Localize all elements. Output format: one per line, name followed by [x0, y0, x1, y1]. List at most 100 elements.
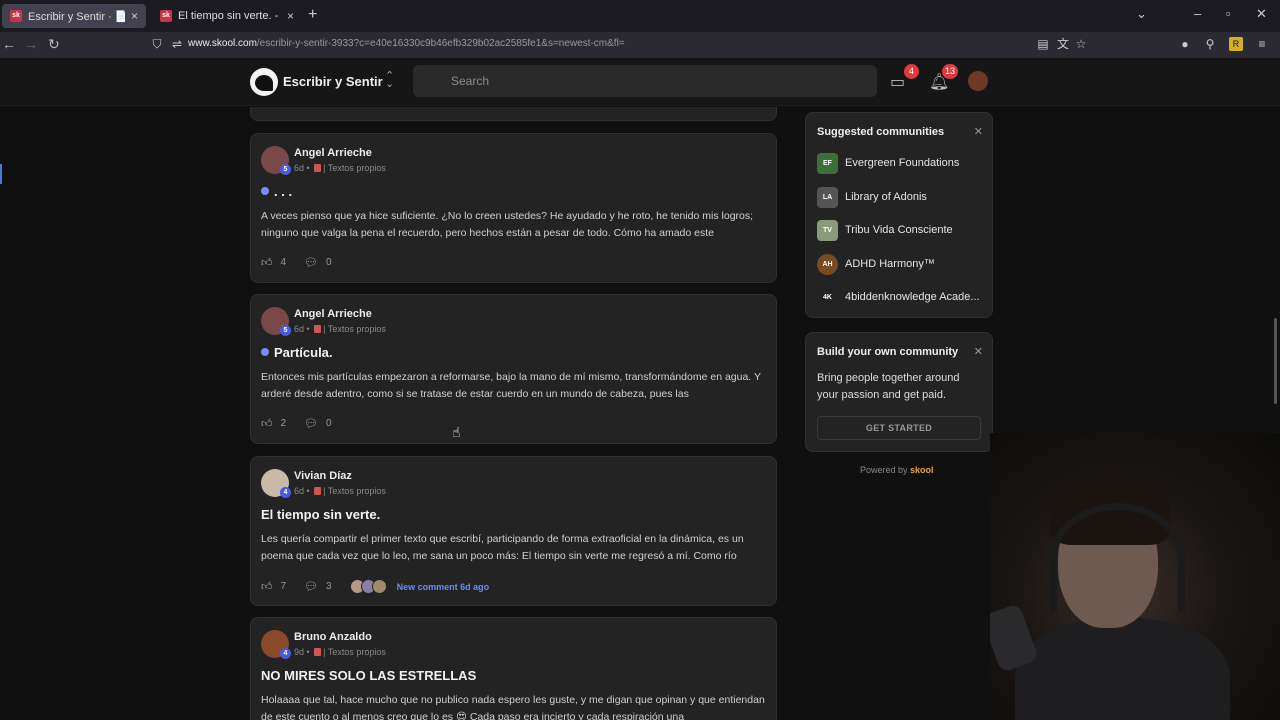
post-body[interactable]: A veces pienso que ya hice suficiente. ¿…	[261, 208, 769, 242]
level-badge: 4	[280, 487, 291, 498]
address-bar[interactable]: www.skool.com/escribir-y-sentir-3933?c=e…	[188, 38, 625, 49]
like-count: 2	[280, 418, 287, 429]
skool-favicon-icon: sk	[160, 10, 172, 22]
post-card[interactable]	[250, 107, 777, 121]
bookmark-star-icon[interactable]: ☆	[1074, 37, 1088, 51]
back-icon[interactable]: ←	[2, 36, 16, 52]
skool-favicon-icon: sk	[10, 10, 22, 22]
url-path: /escribir-y-sentir-3933?c=e40e16330c9b46…	[256, 38, 625, 49]
shield-icon[interactable]: ⛉	[150, 37, 164, 51]
menu-icon[interactable]: ≡	[1255, 37, 1269, 51]
close-icon[interactable]: ✕	[974, 345, 983, 358]
community-switcher-icon[interactable]: ⌃ ⌄	[385, 71, 394, 90]
post-category[interactable]: Textos propios	[328, 486, 386, 496]
app-header: Escribir y Sentir ⌃⌄ ⌕ ▭ 4 🔔︎ 13	[0, 58, 1280, 106]
close-tab-icon[interactable]: ×	[287, 9, 294, 23]
extension-icon[interactable]: ●	[1178, 37, 1192, 51]
post-age: 9d	[294, 647, 305, 657]
post-title[interactable]: Partícula.	[261, 345, 333, 360]
like-icon[interactable]: 👍︎	[261, 417, 273, 430]
level-badge: 5	[280, 164, 291, 175]
build-community-card: Build your own community ✕ Bring people …	[805, 332, 993, 452]
community-thumb-icon: AH	[817, 253, 838, 275]
post-meta: 6d • | Textos propios	[294, 163, 386, 173]
comment-icon[interactable]: 💬︎	[304, 417, 318, 430]
post-card[interactable]: 5 Angel Arrieche 6d • | Textos propios .…	[250, 133, 777, 283]
url-domain: www.skool.com	[188, 38, 257, 49]
post-actions: 👍︎ 4 💬︎ 0	[261, 256, 350, 269]
close-icon[interactable]: ✕	[974, 125, 983, 138]
community-thumb-icon: LA	[817, 186, 838, 208]
search-input[interactable]	[413, 65, 877, 97]
skool-brand: skool	[910, 465, 934, 475]
community-thumb-icon: TV	[817, 219, 838, 241]
community-name[interactable]: Escribir y Sentir	[283, 74, 383, 89]
post-meta: 6d • | Textos propios	[294, 324, 386, 334]
post-category[interactable]: Textos propios	[328, 324, 386, 334]
tab-title: El tiempo sin verte. - Escribir y S	[178, 10, 281, 22]
post-age: 6d	[294, 163, 305, 173]
tab-list-chevron-icon[interactable]: ⌄	[1136, 6, 1147, 22]
extensions-puzzle-icon[interactable]: ⚲	[1203, 37, 1217, 51]
unread-dot-icon	[261, 348, 269, 356]
browser-tab[interactable]: sk El tiempo sin verte. - Escribir y S ×	[152, 4, 302, 28]
suggested-community-item[interactable]: 4K 4biddenknowledge Acade...	[817, 286, 980, 308]
maximize-icon[interactable]: ▫	[1226, 6, 1231, 21]
post-title[interactable]: . . .	[261, 184, 292, 199]
suggested-community-item[interactable]: LA Library of Adonis	[817, 186, 927, 208]
commenter-avatar[interactable]	[371, 579, 387, 594]
forward-icon[interactable]: →	[24, 36, 38, 52]
minimize-icon[interactable]: –	[1194, 6, 1201, 21]
author-name[interactable]: Bruno Anzaldo	[294, 631, 372, 643]
author-name[interactable]: Angel Arrieche	[294, 147, 372, 159]
community-name: Library of Adonis	[845, 191, 927, 203]
chat-icon[interactable]: ▭	[890, 72, 905, 92]
post-title[interactable]: El tiempo sin verte.	[261, 507, 380, 522]
extension-r-icon[interactable]: R	[1229, 37, 1243, 51]
community-name: Tribu Vida Consciente	[845, 224, 953, 236]
reader-view-icon[interactable]: ▤	[1036, 37, 1050, 51]
scrollbar-thumb[interactable]	[1274, 318, 1277, 404]
get-started-button[interactable]: GET STARTED	[817, 416, 981, 440]
notification-badge: 13	[942, 64, 959, 79]
community-name: ADHD Harmony™	[845, 258, 935, 270]
post-body[interactable]: Holaaaa que tal, hace mucho que no publi…	[261, 692, 769, 720]
unread-dot-icon	[261, 187, 269, 195]
post-card[interactable]: 4 Vivian Díaz 6d • | Textos propios El t…	[250, 456, 777, 606]
powered-by[interactable]: Powered by skool	[860, 465, 934, 475]
browser-navbar: ← → ↻ ⛉ ⇌ www.skool.com/escribir-y-senti…	[0, 32, 1280, 58]
level-badge: 4	[280, 648, 291, 659]
post-body[interactable]: Les quería compartir el primer texto que…	[261, 531, 769, 565]
site-settings-icon[interactable]: ⇌	[170, 37, 184, 51]
like-icon[interactable]: 👍︎	[261, 580, 273, 593]
comment-icon[interactable]: 💬︎	[304, 256, 318, 269]
community-logo[interactable]	[250, 68, 278, 96]
suggested-community-item[interactable]: TV Tribu Vida Consciente	[817, 219, 953, 241]
post-card[interactable]: 5 Angel Arrieche 6d • | Textos propios P…	[250, 294, 777, 444]
community-thumb-icon: 4K	[817, 286, 838, 308]
author-name[interactable]: Angel Arrieche	[294, 308, 372, 320]
author-name[interactable]: Vivian Díaz	[294, 470, 352, 482]
post-title[interactable]: NO MIRES SOLO LAS ESTRELLAS	[261, 668, 476, 683]
post-category[interactable]: Textos propios	[328, 163, 386, 173]
like-icon[interactable]: 👍︎	[261, 256, 273, 269]
browser-tab[interactable]: sk Escribir y Sentir · 📄 | Textos pr ×	[2, 4, 146, 28]
translate-icon[interactable]: 文	[1056, 37, 1070, 51]
level-badge: 5	[280, 325, 291, 336]
close-tab-icon[interactable]: ×	[131, 9, 138, 23]
new-comment-link[interactable]: New comment 6d ago	[397, 582, 490, 592]
post-card[interactable]: 4 Bruno Anzaldo 9d • | Textos propios NO…	[250, 617, 777, 720]
webcam-person-body	[1015, 618, 1230, 720]
reload-icon[interactable]: ↻	[48, 36, 60, 53]
suggested-community-item[interactable]: EF Evergreen Foundations	[817, 152, 959, 174]
user-avatar[interactable]	[968, 71, 988, 91]
new-tab-icon[interactable]: +	[308, 6, 317, 24]
chat-badge: 4	[904, 64, 919, 79]
comment-icon[interactable]: 💬︎	[304, 580, 318, 593]
document-icon	[314, 487, 322, 495]
post-category[interactable]: Textos propios	[328, 647, 386, 657]
suggested-community-item[interactable]: AH ADHD Harmony™	[817, 253, 935, 275]
post-body[interactable]: Entonces mis partículas empezaron a refo…	[261, 369, 769, 403]
window-close-icon[interactable]: ✕	[1256, 6, 1267, 22]
build-text: Bring people together around your passio…	[817, 372, 960, 401]
